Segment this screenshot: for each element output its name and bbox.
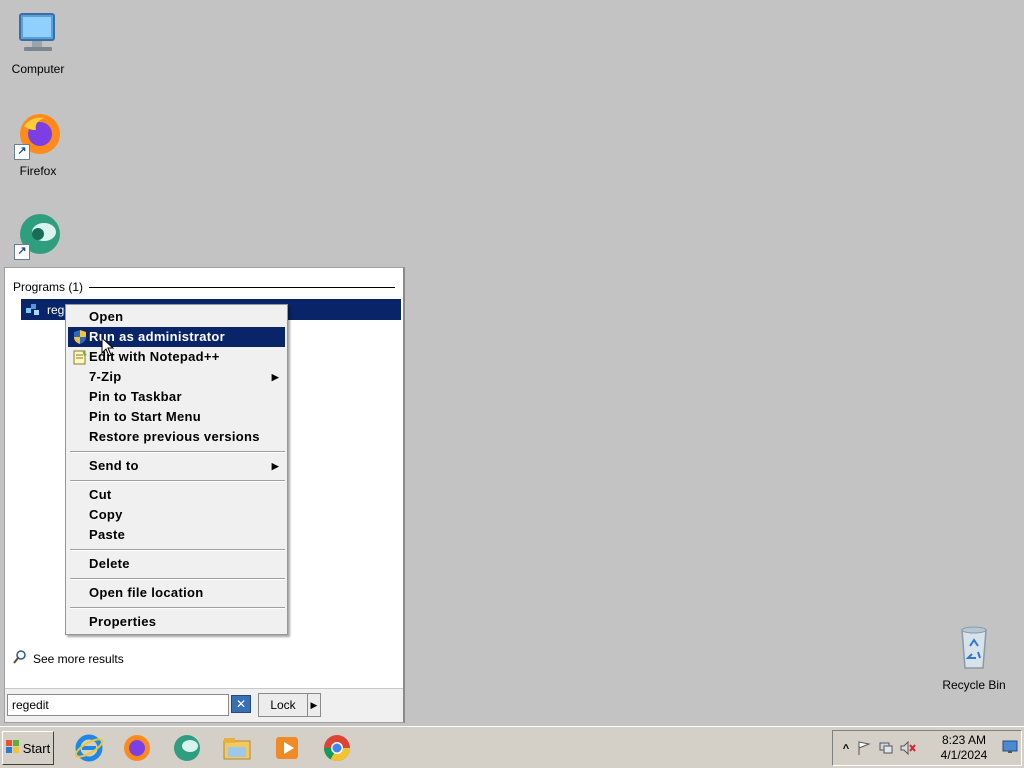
- menu-item-cut[interactable]: Cut: [68, 485, 285, 505]
- start-button[interactable]: Start: [2, 731, 54, 765]
- mouse-cursor-icon: [101, 336, 115, 357]
- start-label: Start: [22, 740, 51, 756]
- shortcut-arrow-icon: ↗: [14, 144, 30, 160]
- menu-item-open-file-location[interactable]: Open file location: [68, 583, 285, 603]
- menu-item-label: Copy: [89, 507, 123, 522]
- menu-item-properties[interactable]: Properties: [68, 612, 285, 632]
- menu-separator: [70, 607, 285, 609]
- menu-separator: [70, 549, 285, 551]
- computer-icon: [14, 10, 62, 58]
- menu-item-label: Open file location: [89, 585, 204, 600]
- desktop-icon-label: Computer: [11, 62, 65, 76]
- menu-item-open[interactable]: Open: [68, 307, 285, 327]
- menu-separator: [70, 480, 285, 482]
- regedit-icon: [25, 302, 41, 318]
- file-explorer-icon: [223, 738, 251, 760]
- lock-button[interactable]: Lock: [258, 693, 308, 717]
- desktop-icon-connect[interactable]: ↗: [0, 212, 76, 260]
- menu-item-label: Send to: [89, 458, 139, 473]
- desktop-icon-firefox[interactable]: ↗ Firefox: [0, 112, 76, 178]
- taskbar-firefox[interactable]: [120, 731, 154, 765]
- x-icon: ✕: [235, 697, 247, 711]
- menu-separator: [70, 451, 285, 453]
- menu-item-7-zip[interactable]: 7-Zip ▶: [68, 367, 285, 387]
- menu-item-label: Pin to Start Menu: [89, 409, 201, 424]
- taskbar-file-explorer[interactable]: [220, 731, 254, 765]
- submenu-arrow-icon: ▶: [271, 372, 279, 382]
- chrome-icon: [323, 735, 351, 762]
- menu-item-send-to[interactable]: Send to ▶: [68, 456, 285, 476]
- desktop-icon-computer[interactable]: Computer: [0, 10, 76, 76]
- menu-item-copy[interactable]: Copy: [68, 505, 285, 525]
- desktop-icon-label: Firefox: [19, 164, 57, 178]
- taskbar-internet-explorer[interactable]: [72, 731, 106, 765]
- context-menu: Open Run as administrator Edit with Note…: [65, 304, 288, 635]
- programs-header: Programs (1): [13, 280, 395, 294]
- system-tray: ^ 8:23 AM 4/1/2024: [832, 730, 1022, 766]
- clock-date: 4/1/2024: [940, 748, 988, 762]
- volume-muted-icon[interactable]: [899, 740, 917, 758]
- menu-item-restore-previous-versions[interactable]: Restore previous versions: [68, 427, 285, 447]
- connect-icon: ↗: [14, 212, 62, 260]
- menu-separator: [70, 578, 285, 580]
- action-center-flag-icon[interactable]: [855, 740, 873, 758]
- menu-item-label: Delete: [89, 556, 130, 571]
- connect-icon: [174, 735, 200, 761]
- taskbar-connect[interactable]: [170, 731, 204, 765]
- show-desktop-icon[interactable]: [1001, 740, 1019, 758]
- media-player-icon: [276, 737, 298, 759]
- internet-explorer-icon: [74, 734, 104, 762]
- menu-item-label: Pin to Taskbar: [89, 389, 182, 404]
- desktop-icon-label: Recycle Bin: [942, 678, 1006, 692]
- start-menu-bottom-bar: ✕ Lock ▶: [5, 688, 403, 722]
- menu-item-delete[interactable]: Delete: [68, 554, 285, 574]
- programs-header-label: Programs (1): [13, 280, 84, 294]
- notepad-plus-plus-icon: [72, 349, 88, 365]
- menu-item-pin-to-start-menu[interactable]: Pin to Start Menu: [68, 407, 285, 427]
- magnifier-icon: [13, 650, 27, 667]
- firefox-icon: ↗: [14, 112, 62, 160]
- submenu-arrow-icon: ▶: [271, 461, 279, 471]
- menu-item-label: Open: [89, 309, 124, 324]
- shortcut-arrow-icon: ↗: [14, 244, 30, 260]
- uac-shield-icon: [72, 329, 88, 345]
- recycle-bin-icon: [950, 624, 998, 672]
- windows-logo-icon: [5, 739, 20, 757]
- see-more-label: See more results: [33, 651, 124, 666]
- divider: [89, 286, 395, 288]
- menu-item-paste[interactable]: Paste: [68, 525, 285, 545]
- taskbar-chrome[interactable]: [320, 731, 354, 765]
- network-icon[interactable]: [877, 740, 895, 758]
- lock-options-arrow[interactable]: ▶: [307, 693, 321, 717]
- taskbar-media-player[interactable]: [270, 731, 304, 765]
- desktop-icon-recycle-bin[interactable]: Recycle Bin: [938, 624, 1010, 692]
- menu-item-label: Cut: [89, 487, 112, 502]
- clock-time: 8:23 AM: [941, 733, 987, 747]
- taskbar: Start ^ 8:23 AM 4/1/2024: [0, 726, 1024, 768]
- search-clear-button[interactable]: ✕: [231, 695, 251, 713]
- taskbar-clock[interactable]: 8:23 AM 4/1/2024: [929, 733, 999, 763]
- menu-item-label: Paste: [89, 527, 126, 542]
- menu-item-label: Restore previous versions: [89, 429, 260, 444]
- menu-item-label: Properties: [89, 614, 157, 629]
- see-more-results-link[interactable]: See more results: [13, 650, 124, 667]
- menu-item-label: 7-Zip: [89, 369, 122, 384]
- show-hidden-icons-button[interactable]: ^: [837, 740, 855, 758]
- start-search-input[interactable]: [7, 694, 229, 716]
- menu-item-pin-to-taskbar[interactable]: Pin to Taskbar: [68, 387, 285, 407]
- firefox-icon: [124, 735, 150, 761]
